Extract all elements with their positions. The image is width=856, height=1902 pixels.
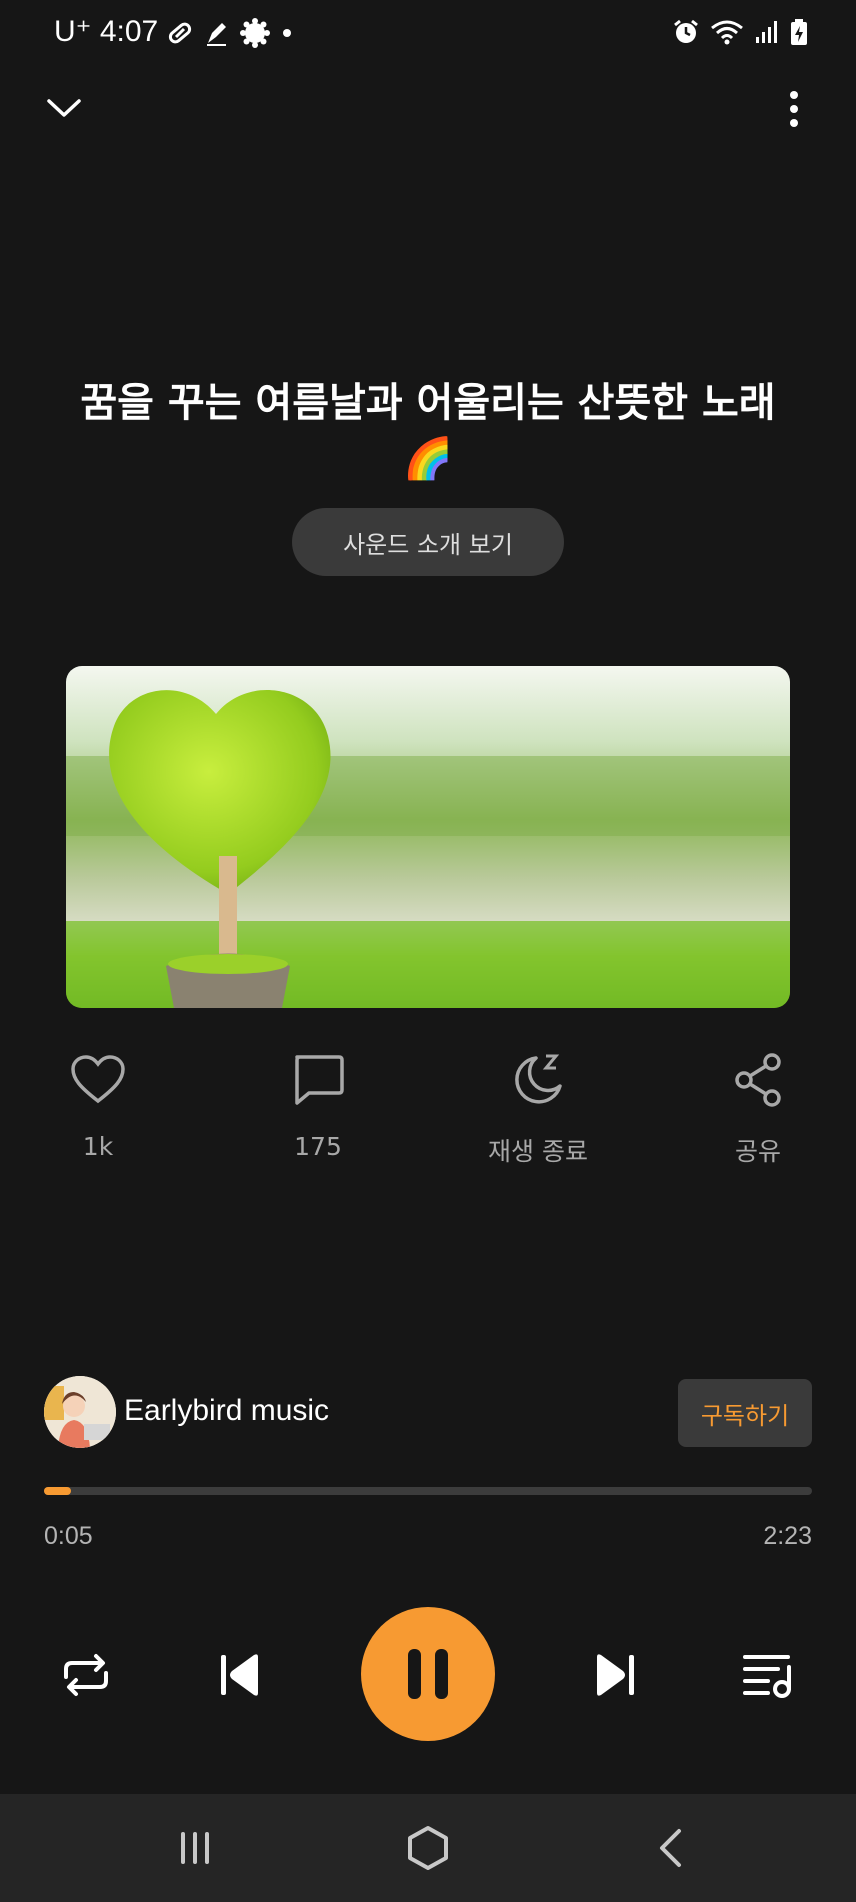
dot-icon [283,29,291,37]
repeat-button[interactable] [36,1640,136,1710]
elapsed-time: 0:05 [44,1522,93,1550]
progress-fill [44,1487,71,1495]
home-hexagon-icon [408,1826,448,1870]
playlist-icon [743,1655,791,1698]
back-button[interactable] [625,1818,715,1878]
playlist-button[interactable] [718,1640,818,1710]
share-label: 공유 [734,1137,781,1166]
recent-apps-button[interactable] [150,1818,240,1878]
repeat-icon [64,1654,108,1696]
share-action[interactable]: 공유 [678,1050,838,1168]
pen-icon [207,23,226,46]
total-duration: 2:23 [763,1522,812,1550]
status-clock: U⁺ 4:07 [54,14,158,49]
status-bar: U⁺ 4:07 [0,0,856,72]
system-icons [672,18,808,46]
sound-intro-button[interactable]: 사운드 소개 보기 [292,508,564,576]
comment-action[interactable]: 175 [238,1050,398,1161]
track-title: 꿈을 꾸는 여름날과 어울리는 산뜻한 노래🌈 [80,380,776,482]
pause-button[interactable] [361,1607,495,1741]
channel-avatar[interactable] [44,1376,116,1448]
like-count: 1k [82,1132,114,1161]
system-navigation-bar [0,1794,856,1902]
pause-icon [408,1649,448,1699]
channel-name[interactable]: Earlybird music [124,1394,329,1428]
more-vertical-icon [790,91,798,127]
moon-sleep-icon [515,1054,562,1104]
like-action[interactable]: 1k [18,1050,178,1161]
wifi-icon [711,20,743,45]
chevron-down-icon [47,99,81,117]
sleep-timer-action[interactable]: 재생 종료 [458,1050,618,1168]
settings-badge-icon [240,18,270,48]
carrier-label: U⁺ [54,15,92,48]
notification-icons [166,18,294,48]
previous-button[interactable] [190,1640,290,1710]
more-options-button[interactable] [772,84,816,134]
home-button[interactable] [383,1818,473,1878]
cover-artwork [66,666,790,1008]
signal-icon [756,21,777,43]
alarm-icon [674,19,698,43]
next-button[interactable] [565,1640,665,1710]
skip-previous-icon [221,1654,258,1696]
heart-icon [71,1055,125,1104]
collapse-button[interactable] [38,86,90,130]
back-chevron-icon [660,1829,681,1867]
recent-apps-icon [181,1832,209,1864]
sleep-timer-label: 재생 종료 [488,1137,588,1166]
share-icon [735,1053,781,1107]
skip-next-icon [597,1654,634,1696]
comment-count: 175 [294,1132,342,1161]
battery-icon [791,19,807,45]
subscribe-button[interactable]: 구독하기 [678,1379,812,1447]
comment-icon [295,1055,344,1105]
status-time: 4:07 [99,15,159,48]
pill-icon [168,22,192,44]
progress-bar[interactable] [44,1487,812,1495]
